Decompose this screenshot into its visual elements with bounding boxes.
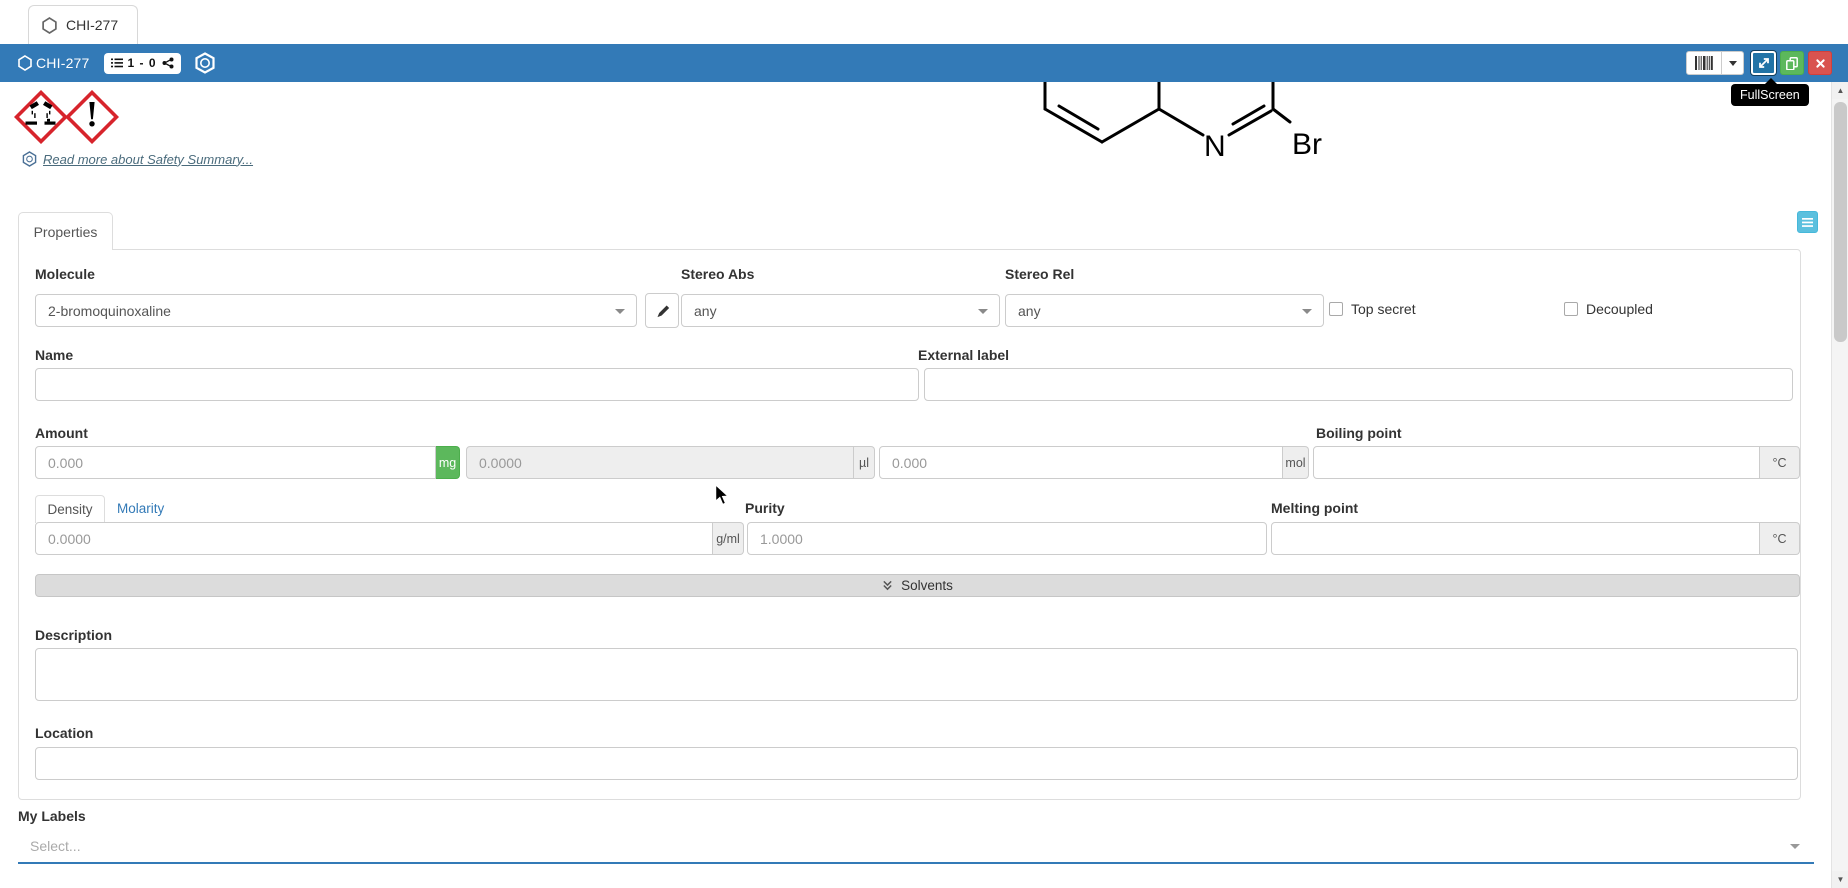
- fullscreen-icon: [1757, 56, 1771, 70]
- density-input[interactable]: [35, 522, 713, 555]
- solvents-toggle-button[interactable]: Solvents: [35, 574, 1800, 597]
- decoupled-checkbox[interactable]: [1564, 302, 1578, 316]
- purity-input[interactable]: [747, 522, 1267, 555]
- safety-link-label: Read more about Safety Summary...: [43, 152, 253, 167]
- tab-density[interactable]: Density: [35, 495, 105, 523]
- caret-down-icon: [615, 309, 625, 314]
- name-label: Name: [35, 347, 73, 363]
- tab-properties[interactable]: Properties: [18, 212, 113, 250]
- description-textarea[interactable]: [35, 648, 1798, 701]
- close-button[interactable]: [1808, 51, 1832, 75]
- tab-molarity[interactable]: Molarity: [117, 501, 164, 516]
- sample-title: CHI-277: [36, 55, 90, 71]
- counter-value: 1 - 0: [128, 56, 157, 70]
- scroll-up-icon[interactable]: ▲: [1832, 82, 1848, 99]
- mouse-cursor: [714, 484, 730, 506]
- location-label: Location: [35, 725, 93, 741]
- barcode-button-group: [1686, 51, 1744, 75]
- share-icon: [162, 57, 174, 69]
- stereo-abs-select[interactable]: any: [681, 294, 1000, 327]
- safety-sheet-icon: [22, 151, 37, 167]
- external-label-input[interactable]: [924, 368, 1793, 401]
- barcode-options-dropdown-button[interactable]: [1722, 51, 1744, 75]
- close-icon: [1815, 58, 1826, 69]
- caret-down-icon: [1729, 61, 1737, 66]
- tab-title: CHI-277: [66, 17, 118, 33]
- amount-label: Amount: [35, 425, 88, 441]
- purity-label: Purity: [745, 500, 785, 516]
- copy-sample-button[interactable]: [1780, 51, 1804, 75]
- safety-summary-link[interactable]: Read more about Safety Summary...: [22, 151, 253, 167]
- density-unit: g/ml: [713, 522, 744, 555]
- element-tab-chi-277[interactable]: CHI-277: [28, 5, 138, 44]
- edit-molecule-button[interactable]: [645, 293, 679, 328]
- solvents-button-label: Solvents: [901, 578, 953, 593]
- caret-down-icon: [1302, 309, 1312, 314]
- molecule-select[interactable]: 2-bromoquinoxaline: [35, 294, 637, 327]
- list-icon: [111, 57, 123, 69]
- top-secret-checkbox[interactable]: [1329, 302, 1343, 316]
- molecule-select-value: 2-bromoquinoxaline: [48, 303, 171, 319]
- ghs05-corrosive-pictogram: [14, 90, 68, 144]
- sample-header-bar: CHI-277 1 - 0: [0, 44, 1848, 82]
- melting-point-unit: °C: [1760, 522, 1800, 555]
- nitrogen-atom-label: N: [1204, 130, 1226, 163]
- window-tab-bar: CHI-277: [0, 0, 1848, 44]
- name-input[interactable]: [35, 368, 919, 401]
- header-actions: [1686, 51, 1832, 75]
- copy-icon: [1785, 56, 1799, 70]
- fullscreen-tooltip: FullScreen: [1731, 84, 1809, 106]
- molecule-label: Molecule: [35, 266, 95, 282]
- external-label-label: External label: [918, 347, 1009, 363]
- molecule-structure-canvas: N Br: [1028, 82, 1368, 166]
- sample-detail-window: CHI-277 CHI-277 1 - 0: [0, 0, 1848, 888]
- properties-panel: Molecule 2-bromoquinoxaline Stereo Abs a…: [18, 249, 1801, 800]
- scrollbar-thumb[interactable]: [1834, 102, 1847, 342]
- melting-point-label: Melting point: [1271, 500, 1358, 516]
- panel-settings-button[interactable]: [1797, 211, 1818, 233]
- description-label: Description: [35, 627, 112, 643]
- stereo-abs-label: Stereo Abs: [681, 266, 754, 282]
- hexagon-icon: [18, 55, 32, 71]
- double-chevron-down-icon: [882, 580, 893, 591]
- stereo-rel-value: any: [1018, 303, 1041, 319]
- melting-point-input[interactable]: [1271, 522, 1760, 555]
- pencil-icon: [655, 303, 670, 318]
- fullscreen-button[interactable]: [1751, 51, 1776, 75]
- stereo-rel-select[interactable]: any: [1005, 294, 1324, 327]
- amount-mol-unit: mol: [1283, 446, 1309, 479]
- stereo-abs-value: any: [694, 303, 717, 319]
- decoupled-checkbox-row: Decoupled: [1564, 301, 1653, 317]
- boiling-point-unit: °C: [1760, 446, 1800, 479]
- my-labels-placeholder: Select...: [30, 838, 81, 854]
- hexagon-icon: [42, 17, 57, 34]
- caret-down-icon: [1790, 844, 1800, 849]
- amount-mol-input[interactable]: [879, 446, 1283, 479]
- collection-counter-badge[interactable]: 1 - 0: [104, 53, 181, 74]
- ghs07-exclamation-pictogram: [65, 90, 119, 144]
- scroll-down-icon[interactable]: ▼: [1832, 871, 1848, 888]
- my-labels-label: My Labels: [18, 808, 86, 824]
- top-secret-label: Top secret: [1351, 301, 1416, 317]
- benzene-molecule-icon: [194, 52, 216, 74]
- amount-mass-input[interactable]: [35, 446, 436, 479]
- print-barcode-button[interactable]: [1686, 51, 1722, 75]
- boiling-point-input[interactable]: [1313, 446, 1760, 479]
- decoupled-label: Decoupled: [1586, 301, 1653, 317]
- amount-volume-input: [466, 446, 854, 479]
- location-input[interactable]: [35, 747, 1798, 780]
- vertical-scrollbar[interactable]: ▲ ▼: [1831, 82, 1848, 888]
- caret-down-icon: [978, 309, 988, 314]
- amount-mass-unit: mg: [436, 446, 460, 479]
- my-labels-select[interactable]: Select...: [18, 829, 1814, 864]
- bromine-atom-label: Br: [1292, 128, 1322, 161]
- barcode-icon: [1694, 56, 1714, 70]
- top-secret-checkbox-row: Top secret: [1329, 301, 1416, 317]
- stereo-rel-label: Stereo Rel: [1005, 266, 1074, 282]
- boiling-point-label: Boiling point: [1316, 425, 1402, 441]
- amount-volume-unit: µl: [854, 446, 875, 479]
- header-left: CHI-277 1 - 0: [18, 52, 216, 74]
- sliders-icon: [1801, 217, 1814, 228]
